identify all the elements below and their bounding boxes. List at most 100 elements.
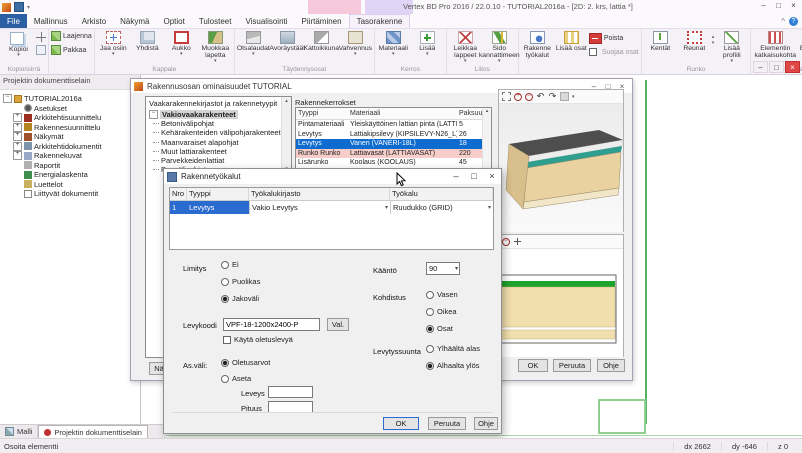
muokkaa-lapetta-button[interactable]: Muokkaa lapetta ▾ xyxy=(199,30,232,63)
kattoikkuna-button[interactable]: Kattoikkuna xyxy=(305,30,338,52)
table-row[interactable]: Lisärunko Koolaus (KOOLAUS) 45 xyxy=(296,158,491,168)
tab-optiot[interactable]: Optiot xyxy=(156,14,191,28)
dialog2-cancel-button[interactable]: Peruuta xyxy=(428,417,466,430)
tree-item-raportit[interactable]: Raportit xyxy=(13,161,140,171)
expand-box-icon[interactable]: + xyxy=(13,123,22,132)
elementtijako-button[interactable]: Elementtijako xyxy=(798,30,802,52)
render-settings-dropdown-icon[interactable]: ▾ xyxy=(572,95,575,99)
table-row[interactable]: Pintamateriaali Yleiskäyttöinen lattian … xyxy=(296,120,491,130)
dialog2-minimize-button[interactable]: – xyxy=(447,169,465,184)
mdi-minimize-button[interactable]: – xyxy=(753,61,768,73)
expand-box-icon[interactable]: + xyxy=(13,113,22,122)
materiaali-button[interactable]: Materiaali ▾ xyxy=(377,30,410,56)
tab-tasorakenne[interactable]: Tasorakenne xyxy=(349,14,411,28)
avoraystaat-button[interactable]: Avoräystäät xyxy=(271,30,304,52)
lisaa-button[interactable]: Lisää ▾ xyxy=(411,30,444,56)
oletuslevy-checkbox[interactable]: Käytä oletuslevyä xyxy=(223,335,293,344)
kaanto-select[interactable]: 90 ▾ xyxy=(426,262,460,275)
tab-malli[interactable]: Malli xyxy=(0,425,38,438)
kohdistus-oikea-radio[interactable]: Oikea xyxy=(426,307,457,316)
yhdista-button[interactable]: Yhdistä xyxy=(131,30,164,52)
tree-item-liittyvat-dokumentit[interactable]: Liittyvät dokumentit xyxy=(13,189,140,199)
dialog2-ok-button[interactable]: OK xyxy=(383,417,419,430)
asvali-aseta-radio[interactable]: Aseta xyxy=(221,374,251,383)
scroll-up-icon[interactable]: ▴ xyxy=(486,108,489,114)
save-icon[interactable] xyxy=(14,2,24,12)
library-item[interactable]: Kehärakenteiden välipohjarakenteet xyxy=(146,128,291,137)
tools-table-row-selected[interactable]: 1 Levytys Vakio Levytys ▾ Ruudukko (GRID… xyxy=(170,201,493,214)
levykoodi-input[interactable] xyxy=(223,318,320,331)
expand-box-icon[interactable]: + xyxy=(13,151,22,160)
library-item[interactable]: Betonivälipohjat xyxy=(146,119,291,128)
tree-item-arkkitehtidokumentit[interactable]: + Arkkitehtidokumentit xyxy=(13,142,140,152)
library-item[interactable]: Maanvaraiset alapohjat xyxy=(146,138,291,147)
kohdistus-vasen-radio[interactable]: Vasen xyxy=(426,290,458,299)
scroll-up-icon[interactable]: ▴ xyxy=(282,98,291,104)
tree-item-rakennekuvat[interactable]: + Rakennekuvat xyxy=(13,151,140,161)
tab-arkisto[interactable]: Arkisto xyxy=(75,14,113,28)
collapse-box-icon[interactable]: − xyxy=(149,110,158,119)
tree-item-root[interactable]: − TUTORIAL2016a xyxy=(3,94,140,104)
dialog2-title-bar[interactable]: Rakennetyökalut – □ × xyxy=(164,169,501,184)
tree-item-nakymat[interactable]: + Näkymät xyxy=(13,132,140,142)
library-combobox[interactable]: Vakio Levytys ▾ xyxy=(249,201,390,214)
dialog2-help-button[interactable]: Ohje xyxy=(474,417,498,430)
move-icon[interactable] xyxy=(36,32,46,42)
collapse-ribbon-icon[interactable]: ^ xyxy=(781,17,785,26)
tab-projektin-dokumenttiselain[interactable]: Projektin dokumenttiselain xyxy=(38,425,148,438)
tab-piirtaminen[interactable]: Piirtäminen xyxy=(295,14,349,28)
zoom-out-icon[interactable]: − xyxy=(525,93,533,101)
copy-button[interactable]: Kopioi ▾ xyxy=(2,30,35,57)
dialog1-cancel-button[interactable]: Peruuta xyxy=(553,359,591,372)
section-canvas[interactable] xyxy=(499,249,623,357)
suunta-alhaalta-radio[interactable]: Alhaalta ylös xyxy=(426,361,480,370)
limitys-puolikas-radio[interactable]: Puolikas xyxy=(221,277,260,286)
dialog2-close-button[interactable]: × xyxy=(483,169,501,184)
table-row[interactable]: Levytys Lattiakipsilevy (KIPSILEVY-N26_L… xyxy=(296,130,491,140)
leikkaa-lappeet-button[interactable]: Leikkaa lappeet ▾ xyxy=(449,30,482,63)
tab-mallinnus[interactable]: Mallinnus xyxy=(27,14,75,28)
tree-item-energialaskenta[interactable]: Energialaskenta xyxy=(13,170,140,180)
library-scrollbar[interactable]: ▴ ▾ xyxy=(281,97,291,173)
help-icon[interactable]: ? xyxy=(789,17,798,26)
valitse-button[interactable]: Val. xyxy=(327,318,349,331)
frame-icon[interactable] xyxy=(36,45,46,55)
kentat-button[interactable]: Kentät xyxy=(644,30,677,52)
tree-item-asetukset[interactable]: Asetukset xyxy=(13,104,140,114)
aukko-button[interactable]: Aukko ▾ xyxy=(165,30,198,56)
zoom-in-icon[interactable]: + xyxy=(514,93,522,101)
vahvennus-button[interactable]: Vahvennus ▾ xyxy=(339,30,372,56)
elementin-katkaisukohta-button[interactable]: Elementin katkaisukohta xyxy=(753,30,797,59)
spin-down-icon[interactable]: ▾ xyxy=(712,40,715,46)
reunat-button[interactable]: Reunat xyxy=(678,30,711,52)
table-row-frame[interactable]: Runko Runko Lattiavasat (LATTIAVASAT) 22… xyxy=(296,149,491,159)
suunta-ylhaalta-radio[interactable]: Ylhäältä alas xyxy=(426,344,480,353)
tree-item-rakennesuunnittelu[interactable]: + Rakennesuunnittelu xyxy=(13,123,140,133)
collapse-box-icon[interactable]: − xyxy=(3,94,12,103)
pan-icon[interactable] xyxy=(513,237,522,246)
tree-item-luettelot[interactable]: Luettelot xyxy=(13,180,140,190)
rakenne-tyokalut-button[interactable]: Rakenne työkalut xyxy=(521,30,554,59)
limitys-ei-radio[interactable]: Ei xyxy=(221,260,239,269)
dialog1-help-button[interactable]: Ohje xyxy=(597,359,625,372)
rotate-left-icon[interactable]: ↶ xyxy=(536,92,545,101)
laajenna-button[interactable]: Laajenna xyxy=(51,30,92,42)
select-frame-icon[interactable] xyxy=(502,92,511,101)
asvali-oletusarvot-radio[interactable]: Oletusarvot xyxy=(221,358,270,367)
tools-table[interactable]: Nro Tyyppi Työkalukirjasto Työkalu 1 Lev… xyxy=(169,187,494,250)
limitys-jakovali-radio[interactable]: Jakoväli xyxy=(221,294,259,303)
expand-box-icon[interactable]: + xyxy=(13,142,22,151)
rotate-right-icon[interactable]: ↷ xyxy=(548,92,557,101)
minimize-button[interactable]: – xyxy=(756,0,771,13)
lisaa-profiili-button[interactable]: Lisää profiili ▾ xyxy=(715,30,748,63)
preview-3d-canvas[interactable] xyxy=(499,104,623,232)
tab-nakyma[interactable]: Näkymä xyxy=(113,14,156,28)
close-button[interactable]: × xyxy=(786,0,801,13)
library-item[interactable]: Parvekkeidenlattiat xyxy=(146,156,291,165)
tab-tulosteet[interactable]: Tulosteet xyxy=(192,14,239,28)
poista-button[interactable]: Poista xyxy=(589,32,639,44)
table-row-selected[interactable]: Levytys Vaneri (VANERI-18L) 18 xyxy=(296,139,491,149)
maximize-button[interactable]: □ xyxy=(771,0,786,13)
tool-combobox[interactable]: Ruudukko (GRID) ▾ xyxy=(390,201,493,214)
library-item[interactable]: Muut lattiarakenteet xyxy=(146,147,291,156)
